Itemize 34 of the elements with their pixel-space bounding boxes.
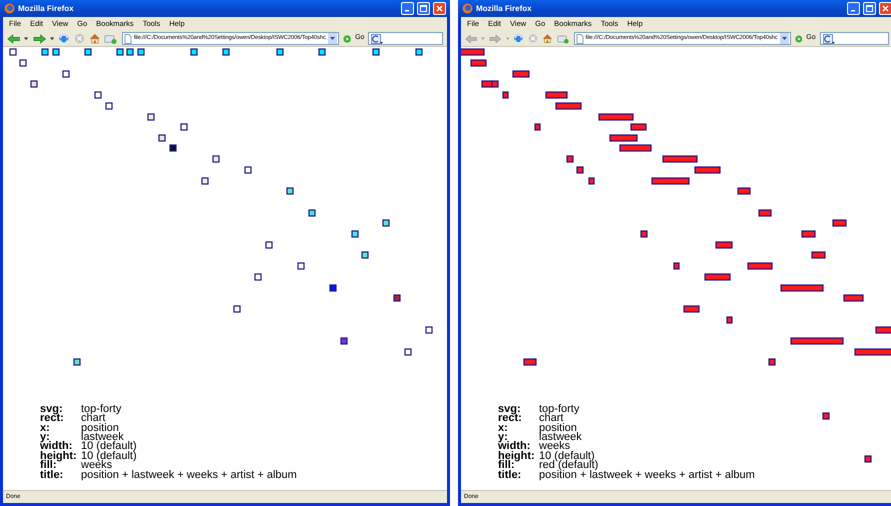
legend-key: width:: [40, 442, 81, 452]
legend-value: position + lastweek + weeks + artist + album: [81, 470, 297, 480]
legend-value: lastweek: [539, 432, 583, 442]
legend-value: position: [539, 424, 577, 433]
legend-value: weeks: [81, 461, 112, 471]
legend-key: y:: [498, 432, 539, 442]
legend-key: height:: [498, 452, 539, 462]
legend-key: title:: [40, 470, 81, 480]
legend-value: chart: [81, 414, 106, 424]
legend-key: svg:: [498, 404, 539, 414]
window-title: Mozilla Firefox: [18, 2, 75, 14]
legend-key: x:: [40, 424, 81, 433]
legend-value: chart: [539, 414, 564, 424]
legend-key: title:: [498, 470, 539, 480]
window-title: Mozilla Firefox: [476, 2, 533, 14]
legend-value: 10 (default): [539, 452, 595, 462]
legend-value: top-forty: [81, 404, 122, 414]
legend-key: fill:: [498, 461, 539, 471]
legend-value: weeks: [539, 442, 570, 452]
legend-value: lastweek: [81, 432, 124, 442]
legend-key: y:: [40, 432, 81, 442]
legend-key: svg:: [40, 404, 81, 414]
legend-key: height:: [40, 452, 81, 462]
legend-value: position: [81, 424, 119, 433]
legend-value: red (default): [539, 461, 598, 471]
legend-value: position + lastweek + weeks + artist + album: [539, 470, 755, 480]
legend-key: x:: [498, 424, 539, 433]
legend-key: rect:: [40, 414, 81, 424]
legend-key: width:: [498, 442, 539, 452]
legend-value: 10 (default): [81, 442, 138, 452]
legend-value: top-forty: [539, 404, 580, 414]
legend-value: 10 (default): [81, 452, 138, 462]
legend-key: fill:: [40, 461, 81, 471]
legend-key: rect:: [498, 414, 539, 424]
